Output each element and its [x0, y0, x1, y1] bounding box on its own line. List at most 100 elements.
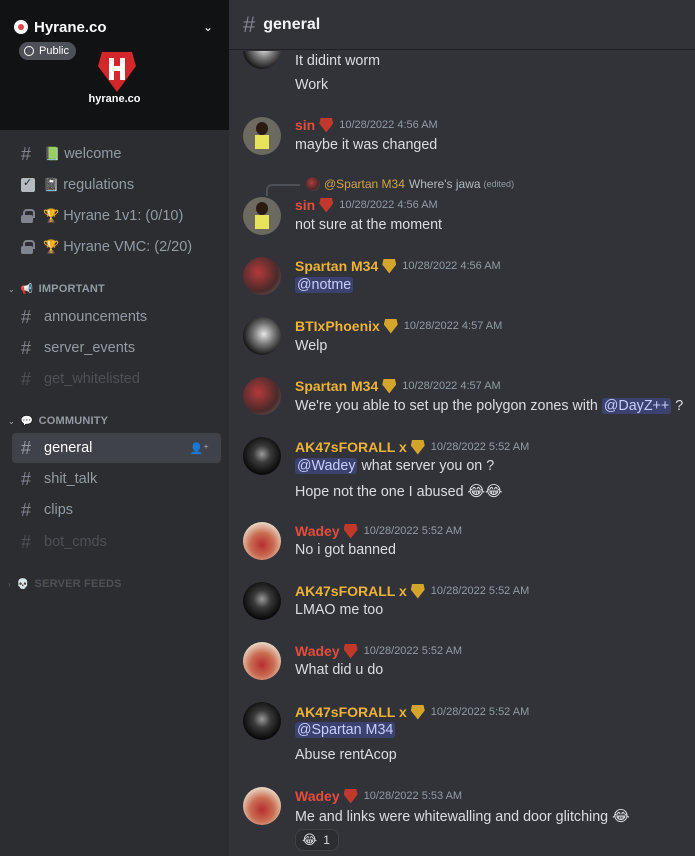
role-badge-icon [382, 378, 397, 394]
message-text-part: We're you able to set up the polygon zon… [295, 398, 598, 414]
avatar[interactable] [243, 51, 281, 69]
message-header: BTIxPhoenix 10/28/2022 4:57 AM [295, 316, 502, 336]
message-text: Hope not the one I abused 😂😂 [295, 482, 503, 500]
avatar[interactable] [243, 522, 281, 560]
avatar[interactable] [243, 582, 281, 620]
voice-channel-1v1[interactable]: 🏆 Hyrane 1v1: (0/10) [12, 201, 221, 231]
channel-get-whitelisted[interactable]: # get_whitelisted [12, 364, 221, 394]
server-header[interactable]: Hyrane.co ⌄ [14, 17, 215, 37]
reply-username: @Spartan M34 [324, 177, 405, 191]
category-community[interactable]: ⌄ 💬 COMMUNITY [8, 415, 108, 427]
username[interactable]: Wadey [295, 643, 340, 659]
message-text: We're you able to set up the polygon zon… [295, 398, 683, 414]
channel-general[interactable]: # general 👤⁺ [12, 433, 221, 463]
message-header: Wadey 10/28/2022 5:52 AM [295, 641, 462, 661]
message-text: No i got banned [295, 542, 396, 558]
channel-regulations[interactable]: 📓 regulations [12, 170, 221, 200]
user-mention[interactable]: @Spartan M34 [295, 722, 396, 738]
timestamp: 10/28/2022 4:57 AM [402, 380, 501, 392]
avatar[interactable] [243, 377, 281, 415]
channel-label: welcome [64, 146, 122, 162]
channel-label: server_events [44, 340, 136, 356]
channel-welcome[interactable]: # 📗 welcome [12, 139, 221, 169]
role-badge-icon [343, 788, 358, 804]
avatar[interactable] [243, 317, 281, 355]
channel-bot-cmds[interactable]: # bot_cmds [12, 527, 221, 557]
message-header: Wadey 10/28/2022 5:52 AM [295, 521, 462, 541]
hashtag-icon: # [21, 468, 32, 489]
timestamp: 10/28/2022 5:52 AM [430, 585, 530, 597]
username[interactable]: sin [295, 197, 315, 213]
message-text: not sure at the moment [295, 217, 443, 233]
message-text: It didint worm [295, 53, 381, 69]
avatar[interactable] [243, 642, 281, 680]
role-badge-icon [343, 643, 358, 659]
username[interactable]: sin [295, 117, 315, 133]
username[interactable]: AK47sFORALL x [295, 704, 407, 720]
reply-text: Where's jawa [408, 177, 481, 191]
message-text: What did u do [295, 662, 384, 678]
username[interactable]: BTIxPhoenix [295, 318, 380, 334]
channel-header: # general [229, 0, 695, 50]
joy-emoji: 😂😂 [467, 483, 503, 500]
reaction-button[interactable]: 😂 1 [295, 829, 339, 851]
timestamp: 10/28/2022 5:52 AM [430, 441, 530, 453]
avatar[interactable] [243, 787, 281, 825]
hashtag-icon: # [21, 143, 32, 164]
user-mention[interactable]: @Wadey [295, 458, 358, 474]
category-server-feeds[interactable]: › 💀 SERVER FEEDS [8, 578, 122, 590]
message-text-part: Hope not the one I abused [295, 484, 464, 500]
edited-label: (edited) [483, 179, 515, 189]
channel-label: bot_cmds [44, 534, 107, 550]
server-logo-text: hyrane.co [88, 93, 141, 105]
user-mention[interactable]: @notme [295, 277, 354, 293]
hashtag-icon: # [21, 368, 32, 389]
username[interactable]: Spartan M34 [295, 258, 378, 274]
username[interactable]: Wadey [295, 523, 340, 539]
avatar[interactable] [243, 197, 281, 235]
avatar[interactable] [243, 437, 281, 475]
public-badge: Public [19, 42, 76, 60]
channel-title: general [263, 15, 321, 33]
timestamp: 10/28/2022 4:56 AM [402, 260, 501, 272]
chevron-down-icon[interactable]: ⌄ [201, 20, 215, 34]
avatar[interactable] [243, 702, 281, 740]
role-badge-icon [410, 704, 425, 720]
channel-label: regulations [63, 177, 135, 193]
reply-preview[interactable]: @Spartan M34 Where's jawa (edited) [306, 176, 514, 192]
channel-server-events[interactable]: # server_events [12, 333, 221, 363]
category-important[interactable]: ⌄ 📢 IMPORTANT [8, 283, 105, 295]
add-user-icon[interactable]: 👤⁺ [189, 442, 209, 455]
message-list[interactable]: It didint worm Work sin 10/28/2022 4:56 … [229, 51, 695, 856]
channel-shit-talk[interactable]: # shit_talk [12, 464, 221, 494]
lock-icon [21, 240, 35, 254]
channel-announcements[interactable]: # announcements [12, 302, 221, 332]
channel-label: Hyrane 1v1: (0/10) [63, 208, 184, 224]
role-badge-icon [410, 439, 425, 455]
timestamp: 10/28/2022 5:53 AM [363, 790, 463, 802]
avatar[interactable] [243, 117, 281, 155]
timestamp: 10/28/2022 5:52 AM [363, 525, 463, 537]
skull-icon: 💀 [16, 578, 30, 590]
message-text-part: ? [675, 398, 684, 414]
message-header: Spartan M34 10/28/2022 4:56 AM [295, 256, 501, 276]
channel-clips[interactable]: # clips [12, 495, 221, 525]
hashtag-icon: # [21, 437, 32, 458]
hashtag-icon: # [21, 306, 32, 327]
username[interactable]: AK47sFORALL x [295, 583, 407, 599]
channel-label: shit_talk [44, 471, 98, 487]
message-header: AK47sFORALL x 10/28/2022 5:52 AM [295, 702, 529, 722]
category-label: SERVER FEEDS [34, 578, 122, 590]
username[interactable]: Spartan M34 [295, 378, 378, 394]
username[interactable]: AK47sFORALL x [295, 439, 407, 455]
message-text-part: Me and links were whitewalling and door … [295, 809, 609, 825]
hashtag-icon: # [21, 531, 32, 552]
voice-channel-vmc[interactable]: 🏆 Hyrane VMC: (2/20) [12, 232, 221, 262]
message-header: AK47sFORALL x 10/28/2022 5:52 AM [295, 581, 529, 601]
message-text-part: what server you on ? [361, 458, 495, 474]
reply-avatar [306, 177, 320, 191]
username[interactable]: Wadey [295, 788, 340, 804]
channel-label: clips [44, 502, 74, 518]
user-mention[interactable]: @DayZ++ [601, 398, 672, 414]
avatar[interactable] [243, 257, 281, 295]
